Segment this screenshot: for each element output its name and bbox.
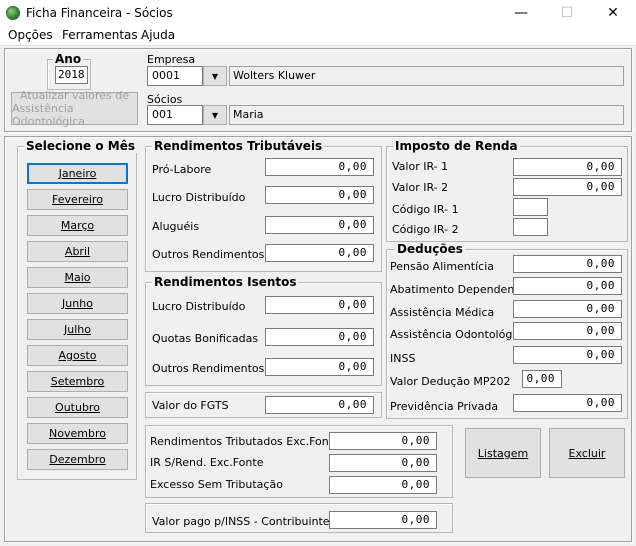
valor-ir2-input[interactable]: 0,00: [513, 178, 622, 196]
excluir-button[interactable]: Excluir: [549, 428, 625, 478]
deducao-label-2: Assistência Médica: [390, 306, 495, 319]
trib-rows-input-2[interactable]: 0,00: [265, 216, 374, 234]
deducao-label-5: Valor Dedução MP202: [390, 375, 511, 388]
deducao-label-0: Pensão Alimentícia: [390, 260, 494, 273]
month-button-2[interactable]: Março: [27, 215, 128, 236]
menu-opcoes[interactable]: Opções: [8, 28, 53, 42]
inss-contribuinte-input[interactable]: 0,00: [329, 511, 437, 529]
codigo-ir2-input[interactable]: [513, 218, 548, 236]
deducao-label-3: Assistência Odontológica: [390, 328, 529, 341]
inss-contribuinte-label: Valor pago p/INSS - Contribuinte: [152, 515, 330, 528]
deducao-input-0[interactable]: 0,00: [513, 255, 622, 273]
empresa-label: Empresa: [147, 53, 196, 66]
app-icon: [6, 6, 20, 20]
isen-rows-label-1: Quotas Bonificadas: [152, 332, 259, 345]
atualizar-odontologica-button[interactable]: Atualizar valores de Assistência Odontol…: [11, 89, 138, 128]
exc-rows-input-1[interactable]: 0,00: [329, 454, 437, 472]
imposto-title: Imposto de Renda: [393, 139, 520, 153]
month-button-7[interactable]: Agosto: [27, 345, 128, 366]
valor-ir2-label: Valor IR- 2: [392, 181, 449, 194]
trib-rows-input-0[interactable]: 0,00: [265, 158, 374, 176]
codigo-ir2-label: Código IR- 2: [392, 223, 459, 236]
chevron-down-icon: ▼: [211, 110, 219, 120]
month-group-title: Selecione o Mês: [24, 139, 138, 153]
exc-rows-label-1: IR S/Rend. Exc.Fonte: [150, 456, 264, 469]
exc-rows-input-0[interactable]: 0,00: [329, 432, 437, 450]
isentos-title: Rendimentos Isentos: [152, 275, 299, 289]
trib-rows-label-1: Lucro Distribuído: [152, 191, 246, 204]
deducao-label-6: Previdência Privada: [390, 400, 499, 413]
atualizar-line1: Atualizar valores de: [19, 89, 130, 102]
month-button-11[interactable]: Dezembro: [27, 449, 128, 470]
deducao-input-2[interactable]: 0,00: [513, 300, 622, 318]
atualizar-line2: Assistência Odontológica: [12, 102, 85, 128]
trib-rows-input-3[interactable]: 0,00: [265, 244, 374, 262]
isen-rows-label-0: Lucro Distribuído: [152, 300, 246, 313]
trib-rows-label-0: Pró-Labore: [152, 163, 212, 176]
codigo-ir1-label: Código IR- 1: [392, 203, 459, 216]
month-button-6[interactable]: Julho: [27, 319, 128, 340]
codigo-ir1-input[interactable]: [513, 198, 548, 216]
valor-ir1-input[interactable]: 0,00: [513, 158, 622, 176]
menu-ajuda[interactable]: Ajuda: [141, 28, 175, 42]
month-button-1[interactable]: Fevereiro: [27, 189, 128, 210]
month-button-8[interactable]: Setembro: [27, 371, 128, 392]
trib-rows-label-2: Aluguéis: [152, 220, 200, 233]
fgts-input[interactable]: 0,00: [265, 396, 374, 414]
tributaveis-title: Rendimentos Tributáveis: [152, 139, 325, 153]
ano-label: Ano: [53, 52, 84, 66]
deducao-input-4[interactable]: 0,00: [513, 346, 622, 364]
exc-rows-label-2: Excesso Sem Tributação: [150, 478, 283, 491]
fgts-label: Valor do FGTS: [152, 399, 229, 412]
menu-ferramentas[interactable]: Ferramentas: [62, 28, 138, 42]
socios-name-field: Maria: [229, 105, 624, 125]
exc-rows-label-0: Rendimentos Tributados Exc.Fonte: [150, 435, 340, 448]
month-button-9[interactable]: Outubro: [27, 397, 128, 418]
month-button-0[interactable]: Janeiro: [27, 163, 128, 184]
valor-ir1-label: Valor IR- 1: [392, 160, 449, 173]
title-bar: Ficha Financeira - Sócios — ☐ ✕: [0, 0, 636, 26]
deducao-label-1: Abatimento Dependentes: [390, 283, 532, 296]
menu-bar: Opções Ferramentas Ajuda: [0, 26, 636, 46]
isen-rows-input-2[interactable]: 0,00: [265, 358, 374, 376]
listagem-button[interactable]: Listagem: [465, 428, 541, 478]
empresa-name-field: Wolters Kluwer: [229, 66, 624, 86]
ano-input[interactable]: 2018: [55, 66, 88, 84]
deducao-input-5[interactable]: 0,00: [522, 370, 562, 388]
month-button-4[interactable]: Maio: [27, 267, 128, 288]
maximize-button[interactable]: ☐: [544, 0, 590, 26]
deducao-input-6[interactable]: 0,00: [513, 394, 622, 412]
isen-rows-input-0[interactable]: 0,00: [265, 296, 374, 314]
deducao-input-1[interactable]: 0,00: [513, 277, 622, 295]
chevron-down-icon: ▼: [211, 71, 219, 81]
deducao-label-4: INSS: [390, 352, 416, 365]
isen-rows-input-1[interactable]: 0,00: [265, 328, 374, 346]
empresa-code-input[interactable]: 0001: [147, 66, 203, 86]
deducao-input-3[interactable]: 0,00: [513, 322, 622, 340]
exc-rows-input-2[interactable]: 0,00: [329, 476, 437, 494]
window-title: Ficha Financeira - Sócios: [26, 6, 173, 20]
trib-rows-label-3: Outros Rendimentos: [152, 248, 265, 261]
month-button-10[interactable]: Novembro: [27, 423, 128, 444]
empresa-dropdown-button[interactable]: ▼: [203, 66, 227, 86]
socios-code-input[interactable]: 001: [147, 105, 203, 125]
month-button-5[interactable]: Junho: [27, 293, 128, 314]
month-button-3[interactable]: Abril: [27, 241, 128, 262]
close-button[interactable]: ✕: [590, 0, 636, 26]
deducoes-title: Deduções: [395, 242, 465, 256]
trib-rows-input-1[interactable]: 0,00: [265, 186, 374, 204]
socios-dropdown-button[interactable]: ▼: [203, 105, 227, 125]
minimize-button[interactable]: —: [498, 0, 544, 26]
isen-rows-label-2: Outros Rendimentos: [152, 362, 265, 375]
